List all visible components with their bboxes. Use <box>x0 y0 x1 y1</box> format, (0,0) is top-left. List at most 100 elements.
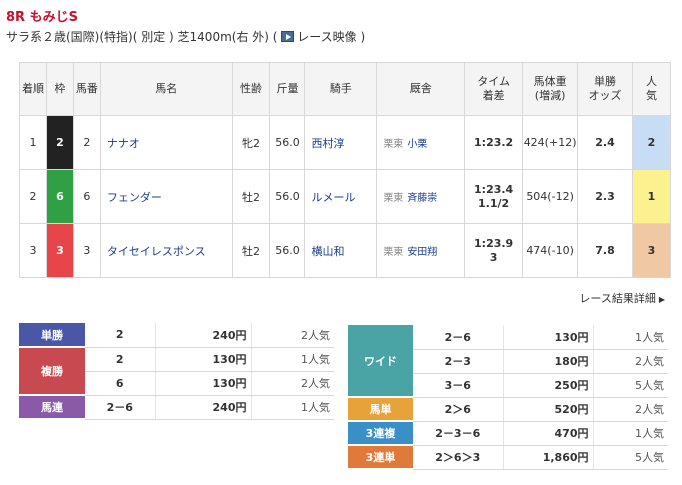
header-jockey: 騎手 <box>304 62 378 116</box>
waku-cell: 2 <box>45 115 74 170</box>
payout-number: 2＞6 <box>413 397 504 422</box>
payout-kind: 単勝 <box>19 323 85 348</box>
payout-number: 3－6 <box>413 373 504 398</box>
payout-number: 2 <box>85 347 156 372</box>
payout-popularity: 2人気 <box>251 371 334 396</box>
trainer-link[interactable]: 小栗 <box>407 139 427 150</box>
trainer-link[interactable]: 斉藤崇 <box>407 193 437 204</box>
payout-amount: 1,860円 <box>503 445 594 470</box>
race-conditions-text: サラ系２歳(国際)(特指)( 別定 ) 芝1400m(右 外) ( <box>6 30 278 44</box>
header-sexage: 性齢 <box>231 62 271 116</box>
payout-popularity: 1人気 <box>593 421 668 446</box>
horse-name-link[interactable]: タイセイレスポンス <box>107 245 206 258</box>
payout-kind: 3連単 <box>348 445 413 470</box>
payout-kind: 馬単 <box>348 397 413 422</box>
header-weight: 斤量 <box>269 62 306 116</box>
payout-row: ワイド 2－6 130円 1人気 <box>348 325 668 398</box>
margin-value: 3 <box>489 250 498 264</box>
payout-popularity: 2人気 <box>251 323 334 348</box>
odds-cell: 7.8 <box>577 223 633 278</box>
payout-row: 馬単 2＞6 520円 2人気 <box>348 397 668 422</box>
payout-row: 3連複 2－3－6 470円 1人気 <box>348 421 668 446</box>
results-header-row: 着順 枠 馬番 馬名 性齢 斤量 騎手 厩舎 タイム 着差 馬体重 (増減) 単勝オ… <box>19 62 672 116</box>
results-table: 着順 枠 馬番 馬名 性齢 斤量 騎手 厩舎 タイム 着差 馬体重 (増減) 単勝オ… <box>19 62 672 278</box>
triangle-right-icon: ▶ <box>658 295 665 304</box>
header-trainer: 厩舎 <box>376 62 466 116</box>
weight-cell: 56.0 <box>269 115 306 170</box>
header-time: タイム 着差 <box>464 62 524 116</box>
payout-popularity: 5人気 <box>593 445 668 470</box>
payout-number: 2－6 <box>413 325 504 350</box>
payout-row: 複勝 2 130円 1人気 <box>19 347 334 396</box>
rank-cell: 2 <box>19 169 47 224</box>
trainer-cell: 栗東 斉藤崇 <box>376 169 466 224</box>
jockey-link[interactable]: ルメール <box>311 191 355 204</box>
rank-cell: 3 <box>19 223 47 278</box>
header-bodyweight: 馬体重 (増減) <box>522 62 579 116</box>
payout-kind: ワイド <box>348 325 413 398</box>
belong-label: 栗東 <box>383 139 404 150</box>
payout-amount: 180円 <box>503 349 594 374</box>
header-odds-line2: オッズ <box>588 89 622 102</box>
payout-amount: 240円 <box>155 323 252 348</box>
odds-cell: 2.3 <box>577 169 633 224</box>
header-bodyweight-line2: (増減) <box>534 89 566 102</box>
sexage-cell: 牡2 <box>231 223 271 278</box>
payout-kind: 複勝 <box>19 347 85 396</box>
header-umaban: 馬番 <box>72 62 101 116</box>
umaban-cell: 2 <box>72 115 101 170</box>
jockey-cell: ルメール <box>304 169 378 224</box>
race-detail-link[interactable]: レース結果詳細 ▶ <box>579 290 665 306</box>
payout-popularity: 1人気 <box>251 347 334 372</box>
header-waku: 枠 <box>45 62 74 116</box>
header-pop-line2: 気 <box>645 89 657 102</box>
payout-row: 3連単 2＞6＞3 1,860円 5人気 <box>348 445 668 470</box>
race-detail-label: レース結果詳細 <box>579 292 656 305</box>
jockey-cell: 横山和 <box>304 223 378 278</box>
time-value: 1:23.4 <box>474 182 514 196</box>
race-video-link[interactable]: レース映像 <box>281 30 357 44</box>
result-row: 2 6 6 フェンダー 牡2 56.0 ルメール 栗東 斉藤崇 1:23.4 1.1/2 504(-1… <box>19 169 672 224</box>
jockey-link[interactable]: 横山和 <box>311 245 344 258</box>
header-odds: 単勝 オッズ <box>577 62 633 116</box>
payout-amount: 240円 <box>155 395 252 420</box>
payout-table-right: ワイド 2－6 130円 1人気 2－3 180円 2人気 3－6 250円 5人気 馬単 2＞6 52… <box>348 325 668 470</box>
horse-name-cell: ナナオ <box>99 115 233 170</box>
payout-amount: 130円 <box>155 371 252 396</box>
header-rank: 着順 <box>19 62 47 116</box>
horse-name-link[interactable]: ナナオ <box>107 137 140 150</box>
payout-popularity: 2人気 <box>593 397 668 422</box>
payout-row: 馬連 2－6 240円 1人気 <box>19 395 334 420</box>
race-title: 8R もみじS <box>6 10 78 25</box>
header-name: 馬名 <box>99 62 233 116</box>
belong-label: 栗東 <box>383 193 404 204</box>
odds-cell: 2.4 <box>577 115 633 170</box>
popularity-cell: 3 <box>631 223 672 278</box>
race-conditions-close: ) <box>356 30 366 44</box>
trainer-link[interactable]: 安田翔 <box>407 247 437 258</box>
jockey-link[interactable]: 西村淳 <box>311 137 344 150</box>
header-odds-line1: 単勝 <box>594 75 617 88</box>
payout-amount: 520円 <box>503 397 594 422</box>
payout-number: 2－3 <box>413 349 504 374</box>
payout-number: 2－3－6 <box>413 421 504 446</box>
time-value: 1:23.9 <box>474 236 514 250</box>
umaban-cell: 6 <box>72 169 101 224</box>
popularity-cell: 1 <box>631 169 672 224</box>
payout-amount: 130円 <box>155 347 252 372</box>
umaban-cell: 3 <box>72 223 101 278</box>
weight-cell: 56.0 <box>269 169 306 224</box>
header-pop-line1: 人 <box>645 75 657 88</box>
bodyweight-cell: 474(-10) <box>522 223 579 278</box>
payout-amount: 250円 <box>503 373 594 398</box>
popularity-cell: 2 <box>631 115 672 170</box>
header-time-line1: タイム <box>477 75 510 88</box>
payout-number: 2－6 <box>85 395 156 420</box>
result-row: 1 2 2 ナナオ 牝2 56.0 西村淳 栗東 小栗 1:23.2 424(+12) 2.4 2 <box>19 115 672 170</box>
time-cell: 1:23.9 3 <box>464 223 524 278</box>
header-bodyweight-line1: 馬体重 <box>533 75 567 88</box>
time-cell: 1:23.4 1.1/2 <box>464 169 524 224</box>
horse-name-link[interactable]: フェンダー <box>107 191 162 204</box>
payout-popularity: 2人気 <box>593 349 668 374</box>
payout-row: 単勝 2 240円 2人気 <box>19 323 334 348</box>
